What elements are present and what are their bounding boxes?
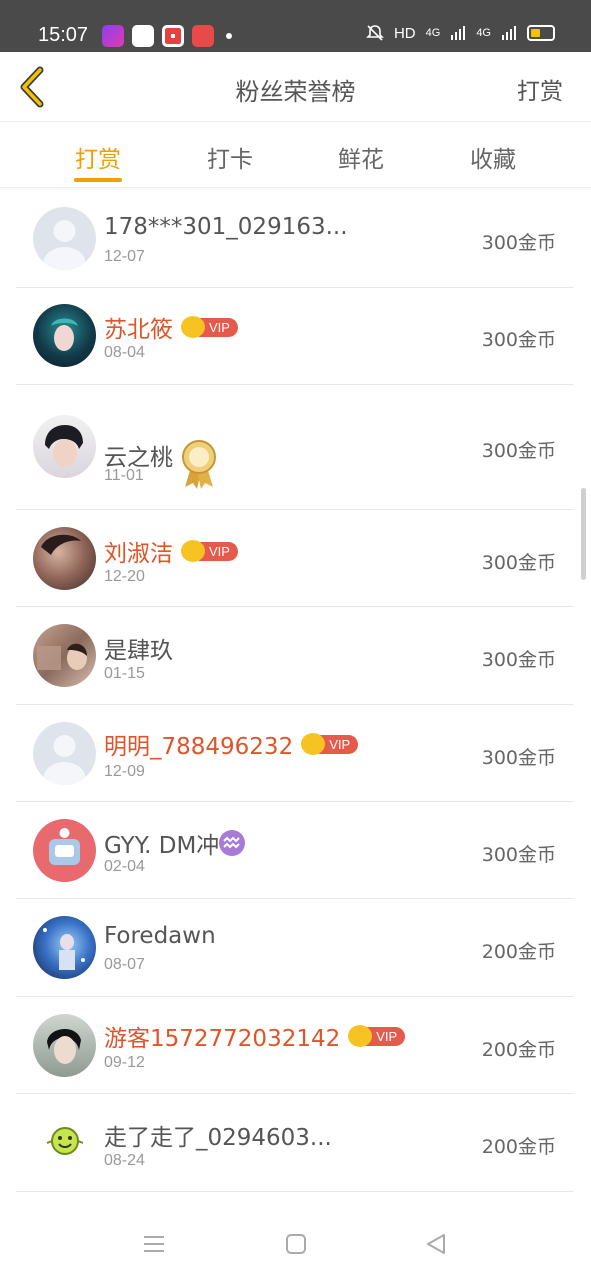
scrollbar[interactable] — [581, 488, 586, 580]
reward-amount: 300金币 — [481, 232, 556, 254]
white-app-icon — [132, 25, 154, 47]
reward-button[interactable]: 打赏 — [517, 72, 563, 106]
list-item[interactable]: 刘淑洁 VIP 12-20 300金币 — [16, 510, 574, 607]
signal-bars-icon-2 — [502, 26, 516, 40]
reward-date: 12-09 — [104, 763, 145, 780]
reward-amount: 300金币 — [481, 552, 556, 574]
tab-flowers[interactable]: 鲜花 — [321, 140, 401, 174]
video-app-icon — [102, 25, 124, 47]
system-nav-bar — [0, 1214, 591, 1280]
reward-amount: 200金币 — [481, 1039, 556, 1061]
list-item[interactable]: 178***301_029163... 12-07 300金币 — [16, 190, 574, 288]
notification-icons — [102, 25, 232, 47]
reward-date: 09-12 — [104, 1054, 145, 1071]
reward-amount: 300金币 — [481, 329, 556, 351]
signal-bars-icon — [451, 26, 466, 40]
crown-icon — [181, 540, 205, 562]
user-name: 刘淑洁 VIP — [104, 534, 238, 568]
status-bar: 15:07 HD 4G 4G — [0, 0, 591, 52]
list-item[interactable]: Foredawn 08-07 200金币 — [16, 899, 574, 997]
aquarius-icon — [219, 830, 246, 856]
avatar[interactable] — [33, 624, 96, 687]
user-name: 苏北筱 VIP — [104, 310, 238, 344]
reward-date: 08-04 — [104, 344, 145, 361]
reward-amount: 200金币 — [481, 1136, 556, 1158]
mute-bell-icon — [366, 25, 384, 41]
avatar[interactable] — [33, 304, 96, 367]
tab-favorites[interactable]: 收藏 — [453, 140, 533, 174]
vip-badge: VIP — [348, 1025, 406, 1047]
avatar-default[interactable] — [33, 207, 96, 270]
hd-indicator: HD — [393, 24, 416, 42]
signal-1: 4G — [425, 27, 441, 39]
user-name: 游客1572772032142 VIP — [104, 1019, 406, 1053]
reward-amount: 300金币 — [481, 649, 556, 671]
battery-icon — [527, 25, 555, 41]
avatar[interactable] — [33, 1014, 96, 1077]
red-app-icon — [192, 25, 214, 47]
list-item[interactable]: GYY. DM冲 02-04 300金币 — [16, 802, 574, 899]
tab-reward[interactable]: 打赏 — [58, 140, 138, 174]
list-item[interactable]: 是肆玖 01-15 300金币 — [16, 607, 574, 705]
more-dot-icon — [226, 33, 232, 39]
medal-icon — [182, 440, 216, 489]
page-title: 粉丝荣誉榜 — [235, 78, 356, 106]
reward-date: 02-04 — [104, 858, 145, 875]
reward-date: 01-15 — [104, 665, 145, 682]
reward-date: 08-24 — [104, 1152, 145, 1169]
list-item[interactable]: 苏北筱 VIP 08-04 300金币 — [16, 288, 574, 385]
status-right: HD 4G 4G — [366, 24, 555, 42]
play-app-icon — [162, 25, 184, 47]
reward-amount: 200金币 — [481, 941, 556, 963]
ranking-list: 178***301_029163... 12-07 300金币 苏北筱 VIP … — [16, 190, 574, 1192]
vip-badge: VIP — [181, 316, 238, 338]
status-time: 15:07 — [38, 24, 89, 46]
home-square-icon — [286, 1234, 306, 1254]
back-nav-button[interactable] — [424, 1232, 454, 1258]
user-name: 明明_788496232 VIP — [104, 727, 359, 761]
list-item[interactable]: 走了走了_0294603... 08-24 200金币 — [16, 1094, 574, 1192]
triangle-back-icon — [427, 1234, 445, 1254]
signal-2: 4G — [476, 27, 491, 39]
reward-amount: 300金币 — [481, 844, 556, 866]
active-tab-indicator — [74, 178, 122, 182]
reward-date: 08-07 — [104, 956, 145, 973]
menu-button[interactable] — [142, 1232, 172, 1258]
vip-badge: VIP — [181, 540, 238, 562]
tab-checkin[interactable]: 打卡 — [190, 140, 270, 174]
tab-bar: 打赏 打卡 鲜花 收藏 — [0, 122, 591, 188]
reward-date: 11-01 — [104, 467, 144, 484]
reward-amount: 300金币 — [481, 747, 556, 769]
reward-date: 12-07 — [104, 248, 145, 265]
avatar[interactable] — [33, 527, 96, 590]
avatar[interactable] — [33, 819, 96, 882]
list-item[interactable]: 游客1572772032142 VIP 09-12 200金币 — [16, 997, 574, 1094]
user-name: Foredawn — [104, 923, 216, 949]
user-name: 是肆玖 — [104, 638, 173, 664]
user-name: GYY. DM冲 — [104, 826, 246, 860]
home-button[interactable] — [284, 1232, 314, 1258]
avatar-default[interactable] — [33, 722, 96, 785]
list-item[interactable]: 明明_788496232 VIP 12-09 300金币 — [16, 705, 574, 802]
top-header: 粉丝荣誉榜 打赏 — [0, 52, 591, 122]
avatar[interactable] — [33, 1111, 96, 1174]
crown-icon — [181, 316, 205, 338]
reward-amount: 300金币 — [481, 440, 556, 462]
user-name: 178***301_029163... — [104, 214, 348, 240]
avatar[interactable] — [33, 415, 96, 478]
vip-badge: VIP — [301, 733, 359, 755]
list-item[interactable]: 云之桃 11-01 300金币 — [16, 385, 574, 510]
user-name: 走了走了_0294603... — [104, 1125, 332, 1151]
menu-icon — [144, 1236, 164, 1252]
avatar[interactable] — [33, 916, 96, 979]
reward-date: 12-20 — [104, 568, 145, 585]
